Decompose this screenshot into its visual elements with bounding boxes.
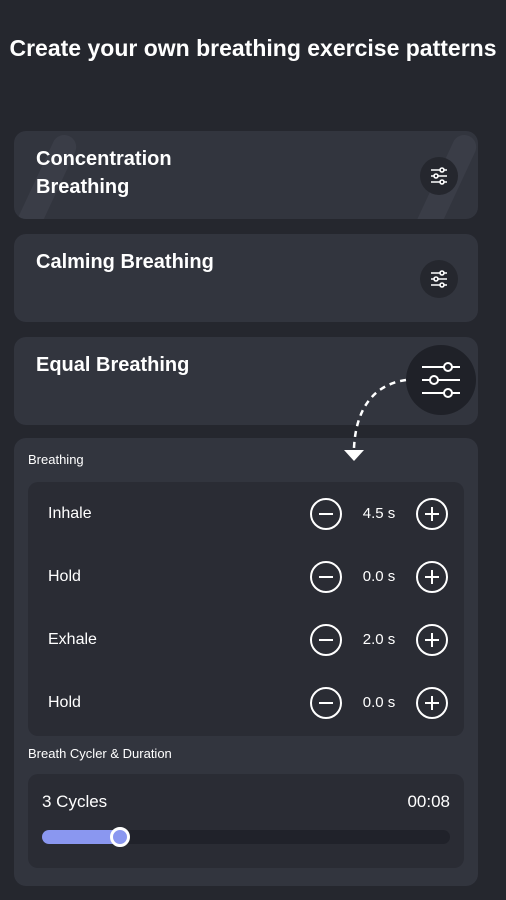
tune-button[interactable] bbox=[420, 157, 458, 195]
slider-fill bbox=[42, 830, 120, 844]
step-value: 2.0 s bbox=[362, 631, 396, 648]
tune-button-active[interactable] bbox=[406, 345, 476, 415]
step-label: Inhale bbox=[48, 505, 92, 522]
pattern-title: Concentration Breathing bbox=[36, 148, 172, 198]
minus-icon bbox=[319, 702, 333, 704]
increment-button[interactable] bbox=[416, 687, 448, 719]
decrement-button[interactable] bbox=[310, 624, 342, 656]
step-label: Exhale bbox=[48, 631, 97, 648]
duration-value: 00:08 bbox=[407, 792, 450, 811]
increment-button[interactable] bbox=[416, 624, 448, 656]
tune-button[interactable] bbox=[420, 260, 458, 298]
pattern-title: Calming Breathing bbox=[36, 251, 214, 273]
tune-icon bbox=[431, 167, 447, 185]
pattern-title: Equal Breathing bbox=[36, 354, 190, 376]
step-row-hold: Hold 0.0 s bbox=[28, 557, 464, 597]
pattern-card-concentration[interactable]: Concentration Breathing bbox=[14, 131, 478, 219]
minus-icon bbox=[319, 576, 333, 578]
decrement-button[interactable] bbox=[310, 561, 342, 593]
step-value: 4.5 s bbox=[362, 505, 396, 522]
increment-button[interactable] bbox=[416, 498, 448, 530]
step-value: 0.0 s bbox=[362, 568, 396, 585]
minus-icon bbox=[319, 513, 333, 515]
slider-thumb[interactable] bbox=[109, 827, 130, 847]
decrement-button[interactable] bbox=[310, 687, 342, 719]
dashed-arrow-icon bbox=[344, 378, 407, 461]
tune-icon bbox=[431, 270, 447, 288]
page-title: Create your own breathing exercise patte… bbox=[9, 35, 497, 61]
increment-button[interactable] bbox=[416, 561, 448, 593]
cycles-count: 3 Cycles bbox=[42, 792, 108, 811]
breathing-section-label: Breathing bbox=[28, 452, 84, 467]
pattern-card-calming[interactable]: Calming Breathing bbox=[14, 234, 478, 322]
cycle-section-label: Breath Cycler & Duration bbox=[28, 746, 172, 761]
step-label: Hold bbox=[48, 694, 81, 711]
step-row-exhale: Exhale 2.0 s bbox=[28, 620, 464, 660]
step-label: Hold bbox=[48, 568, 81, 585]
tune-icon bbox=[422, 362, 460, 398]
step-row-hold: Hold 0.0 s bbox=[28, 683, 464, 723]
decrement-button[interactable] bbox=[310, 498, 342, 530]
cycle-duration-box: 3 Cycles 00:08 bbox=[28, 774, 464, 868]
minus-icon bbox=[319, 639, 333, 641]
breathing-steps: Inhale 4.5 s Hold 0.0 s Exhale 2.0 s Hol… bbox=[28, 482, 464, 736]
step-value: 0.0 s bbox=[362, 694, 396, 711]
step-row-inhale: Inhale 4.5 s bbox=[28, 494, 464, 534]
cycles-slider[interactable] bbox=[42, 827, 450, 847]
breathing-editor: Breathing Inhale 4.5 s Hold 0.0 s Exhale… bbox=[14, 438, 478, 886]
